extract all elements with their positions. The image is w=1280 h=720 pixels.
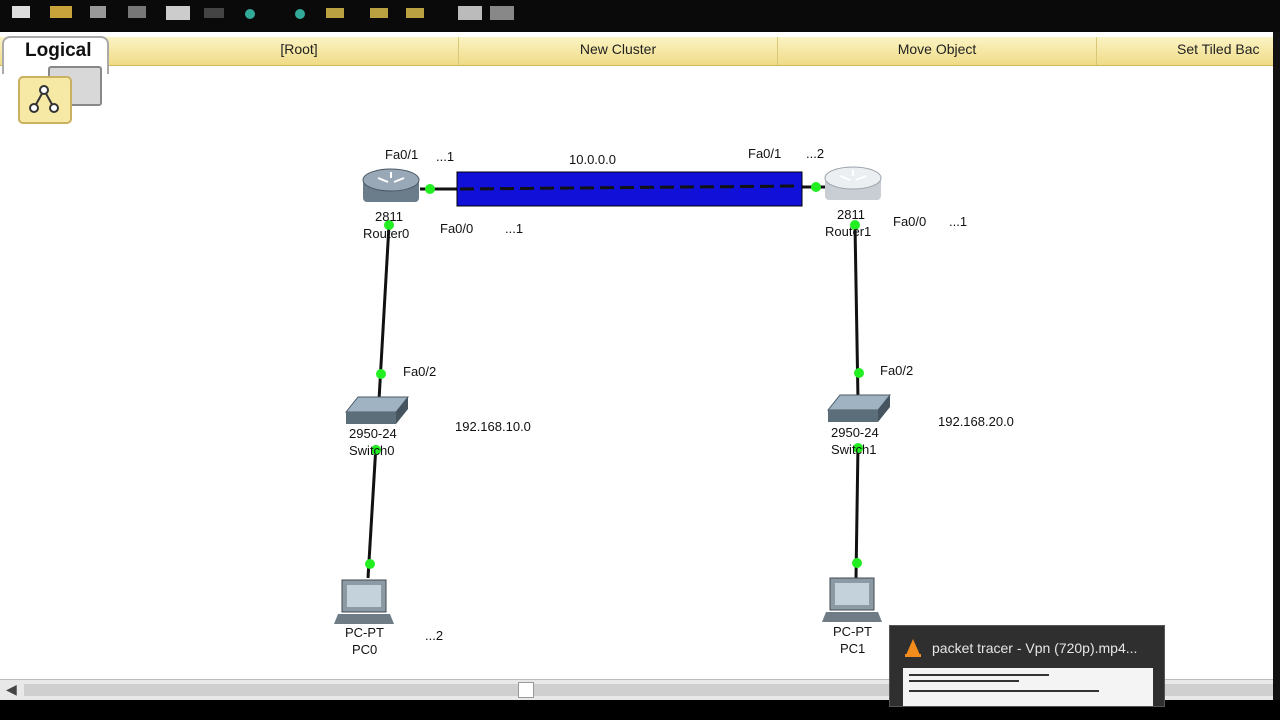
port-light bbox=[854, 368, 864, 378]
topology-diagram bbox=[334, 166, 892, 624]
router0-fa01-ip-label: ...1 bbox=[436, 149, 455, 164]
port-light bbox=[852, 558, 862, 568]
router0-model-label: 2811 bbox=[375, 209, 403, 224]
router0-name-label: Router0 bbox=[363, 226, 410, 241]
router1-fa00-label: Fa0/0 bbox=[893, 214, 927, 229]
router1-name-label: Router1 bbox=[825, 224, 872, 239]
switch1-model-label: 2950-24 bbox=[831, 425, 879, 440]
router0-icon[interactable] bbox=[362, 168, 420, 202]
pc0-icon[interactable] bbox=[334, 579, 394, 624]
switch0-icon[interactable] bbox=[344, 396, 410, 424]
pc1-name-label: PC1 bbox=[840, 641, 866, 656]
port-light bbox=[376, 369, 386, 379]
preview-thumbnail bbox=[903, 668, 1153, 706]
pc0-model-label: PC-PT bbox=[345, 625, 384, 640]
lan0-network-label: 192.168.10.0 bbox=[455, 419, 531, 434]
pc0-ip-label: ...2 bbox=[425, 628, 444, 643]
router1-icon[interactable] bbox=[824, 166, 882, 200]
scroll-left-icon[interactable]: ◀ bbox=[6, 681, 17, 698]
window-edge bbox=[1273, 32, 1280, 704]
switch0-fa02-label: Fa0/2 bbox=[403, 364, 437, 379]
port-light bbox=[425, 184, 435, 194]
lan1-network-label: 192.168.20.0 bbox=[938, 414, 1014, 429]
switch1-name-label: Switch1 bbox=[831, 442, 877, 457]
pc1-model-label: PC-PT bbox=[833, 624, 872, 639]
pc0-name-label: PC0 bbox=[352, 642, 378, 657]
switch1-icon[interactable] bbox=[826, 394, 892, 422]
wan-network-label: 10.0.0.0 bbox=[569, 152, 616, 167]
switch1-fa02-label: Fa0/2 bbox=[880, 363, 914, 378]
preview-title: packet tracer - Vpn (720p).mp4... bbox=[932, 640, 1138, 656]
router0-fa00-label: Fa0/0 bbox=[440, 221, 474, 236]
scroll-thumb[interactable] bbox=[518, 682, 534, 698]
router1-fa00-ip-label: ...1 bbox=[949, 214, 968, 229]
cable-switch0-pc0[interactable] bbox=[366, 444, 378, 579]
router1-fa01-label: Fa0/1 bbox=[748, 146, 782, 161]
router0-fa00-ip-label: ...1 bbox=[505, 221, 524, 236]
port-light bbox=[365, 559, 375, 569]
switch0-name-label: Switch0 bbox=[349, 443, 395, 458]
switch0-model-label: 2950-24 bbox=[349, 426, 397, 441]
router1-fa01-ip-label: ...2 bbox=[806, 146, 825, 161]
port-light bbox=[811, 182, 821, 192]
router0-fa01-label: Fa0/1 bbox=[385, 147, 419, 162]
vlc-cone-icon bbox=[905, 639, 921, 657]
pc1-icon[interactable] bbox=[822, 577, 882, 622]
media-player-preview[interactable]: packet tracer - Vpn (720p).mp4... bbox=[889, 625, 1165, 707]
router1-model-label: 2811 bbox=[837, 207, 865, 222]
